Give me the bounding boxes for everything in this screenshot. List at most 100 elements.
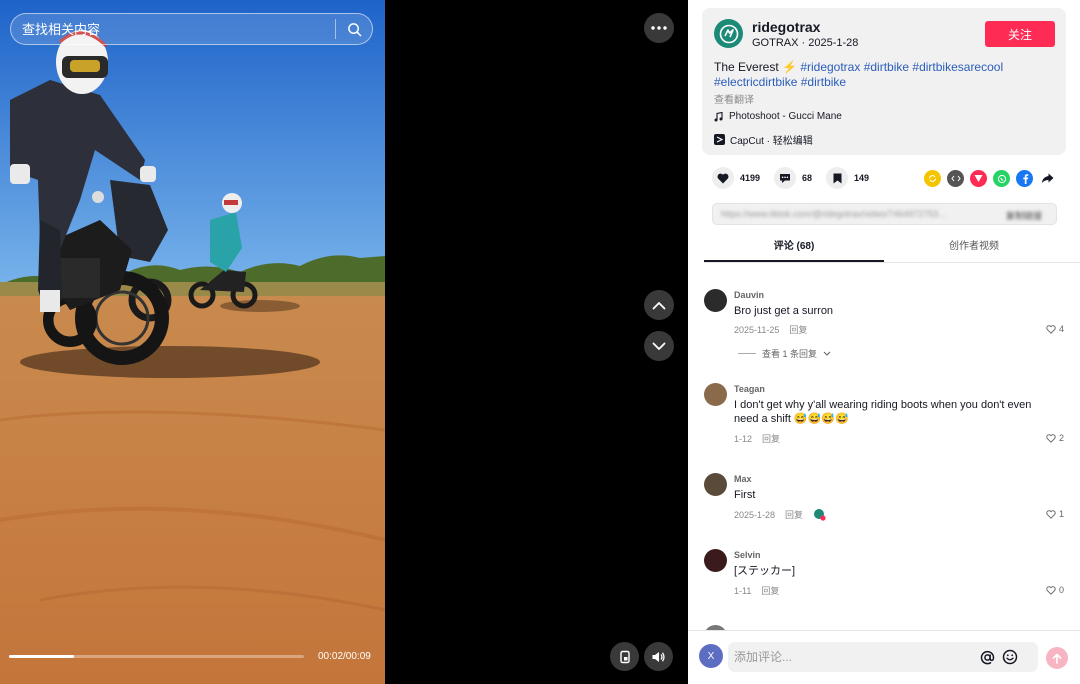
video-progress-bar[interactable] bbox=[9, 655, 304, 658]
reply-button[interactable]: 回复 bbox=[762, 432, 780, 445]
volume-icon bbox=[652, 651, 665, 662]
commenter-avatar[interactable] bbox=[704, 289, 727, 312]
chevron-down-icon bbox=[823, 351, 831, 356]
bookmark-icon-wrap bbox=[826, 167, 849, 189]
author-avatar[interactable] bbox=[714, 19, 743, 48]
comment-icon-wrap bbox=[774, 167, 797, 189]
chevron-down-icon bbox=[652, 342, 666, 350]
comment-date: 2025-1-28 bbox=[734, 509, 776, 520]
comment-like-button[interactable]: 4 bbox=[1046, 324, 1064, 334]
heart-icon bbox=[717, 173, 729, 183]
phone-screen-icon bbox=[619, 650, 630, 663]
tab-comments[interactable]: 评论 (68) bbox=[704, 232, 884, 262]
hashtag[interactable]: #ridegotrax bbox=[800, 60, 860, 74]
tab-creator-videos[interactable]: 创作者视频 bbox=[884, 232, 1064, 262]
search-button[interactable] bbox=[336, 14, 372, 44]
previous-video-button[interactable] bbox=[644, 290, 674, 320]
search-input[interactable] bbox=[11, 21, 335, 37]
more-options-button[interactable] bbox=[644, 13, 674, 43]
next-video-button[interactable] bbox=[644, 331, 674, 361]
comment-input-wrap bbox=[728, 642, 1038, 672]
embed-icon[interactable] bbox=[947, 170, 964, 187]
tiktok-video-page: 00:02/00:09 bbox=[0, 0, 1080, 684]
comment-like-count: 0 bbox=[1058, 585, 1064, 595]
copy-link-button[interactable]: 复制链接 bbox=[1006, 209, 1042, 222]
comment-date: 2025-11-25 bbox=[734, 324, 780, 335]
whatsapp-icon[interactable] bbox=[993, 170, 1010, 187]
chevron-up-icon bbox=[652, 301, 666, 309]
send-icon[interactable] bbox=[970, 170, 987, 187]
commenter-name[interactable]: Dauvin bbox=[734, 290, 764, 300]
commenter-name[interactable]: Teagan bbox=[734, 384, 765, 394]
author-username[interactable]: ridegotrax bbox=[752, 19, 820, 35]
more-dots-icon bbox=[651, 26, 667, 30]
comment-input[interactable] bbox=[734, 642, 974, 672]
commenter-avatar[interactable] bbox=[704, 473, 727, 496]
comment-date: 1-12 bbox=[734, 433, 753, 444]
like-count: 4199 bbox=[740, 173, 761, 183]
capcut-link[interactable]: CapCut · 轻松编辑 bbox=[714, 130, 819, 148]
comment-meta: 2025-11-25 回复 bbox=[734, 323, 807, 336]
search-bar bbox=[10, 13, 373, 45]
gotrax-logo-icon bbox=[719, 24, 738, 43]
video-link-box[interactable]: https://www.tiktok.com/@ridegotrax/video… bbox=[712, 203, 1057, 225]
heart-outline-icon bbox=[1046, 324, 1056, 334]
comment-like-count: 1 bbox=[1058, 509, 1064, 519]
video-info-card: ridegotrax GOTRAX · 2025-1-28 关注 The Eve… bbox=[702, 8, 1066, 155]
repost-icon[interactable] bbox=[924, 170, 941, 187]
commenter-name[interactable]: Selvin bbox=[734, 550, 761, 560]
comment-count: 68 bbox=[802, 173, 813, 183]
volume-button[interactable] bbox=[644, 642, 673, 671]
music-link[interactable]: Photoshoot - Gucci Mane bbox=[714, 111, 842, 122]
comment-composer: X bbox=[688, 630, 1080, 684]
emoji-button[interactable] bbox=[1001, 648, 1019, 666]
hashtag[interactable]: #dirtbikesarecool bbox=[912, 60, 1003, 74]
post-comment-button[interactable] bbox=[1046, 647, 1068, 669]
author-subline: GOTRAX · 2025-1-28 bbox=[752, 37, 859, 49]
hashtag[interactable]: #electricdirtbike bbox=[714, 75, 797, 89]
caption-text: The Everest ⚡ bbox=[714, 60, 797, 74]
follow-button[interactable]: 关注 bbox=[985, 21, 1055, 47]
hashtag[interactable]: #dirtbike bbox=[864, 60, 909, 74]
comment-meta: 1-12 回复 bbox=[734, 432, 780, 445]
comment-date: 1-11 bbox=[734, 585, 752, 596]
comment-item: Selvin [ステッカー] 1-11 回复 0 bbox=[704, 549, 1064, 609]
reply-button[interactable]: 回复 bbox=[785, 508, 803, 521]
mention-button[interactable] bbox=[978, 648, 996, 666]
current-user-avatar[interactable]: X bbox=[699, 644, 723, 668]
video-progress-fill bbox=[9, 655, 74, 658]
view-replies-label: 查看 1 条回复 bbox=[762, 349, 818, 359]
hashtag[interactable]: #dirtbike bbox=[801, 75, 846, 89]
reply-button[interactable]: 回复 bbox=[789, 323, 807, 336]
at-sign-icon bbox=[980, 650, 994, 664]
arrow-up-icon bbox=[1052, 653, 1062, 664]
comment-meta: 2025-1-28 回复 bbox=[734, 508, 826, 521]
search-icon bbox=[347, 22, 361, 36]
comment-like-button[interactable]: 1 bbox=[1046, 509, 1064, 519]
comment-text: I don't get why y'all wearing riding boo… bbox=[734, 399, 1032, 425]
video-time: 00:02/00:09 bbox=[318, 651, 371, 662]
commenter-avatar[interactable] bbox=[704, 549, 727, 572]
picture-in-picture-button[interactable] bbox=[610, 642, 639, 671]
share-arrow-icon[interactable] bbox=[1039, 170, 1056, 187]
comment-like-button[interactable]: 0 bbox=[1046, 585, 1064, 595]
commenter-avatar[interactable] bbox=[704, 383, 727, 406]
heart-outline-icon bbox=[1046, 433, 1056, 443]
view-replies-button[interactable]: 查看 1 条回复 bbox=[738, 347, 831, 360]
video-player[interactable]: 00:02/00:09 bbox=[0, 0, 385, 684]
see-translation-link[interactable]: 查看翻译 bbox=[714, 91, 754, 106]
divider-line bbox=[738, 353, 756, 354]
side-panel: ridegotrax GOTRAX · 2025-1-28 关注 The Eve… bbox=[688, 0, 1080, 684]
share-icons bbox=[924, 170, 1056, 187]
reply-button[interactable]: 回复 bbox=[761, 584, 779, 597]
comment-like-button[interactable]: 2 bbox=[1046, 433, 1064, 443]
like-button[interactable]: 4199 bbox=[712, 167, 760, 189]
music-label: Photoshoot - Gucci Mane bbox=[729, 111, 842, 122]
facebook-icon[interactable] bbox=[1016, 170, 1033, 187]
commenter-name[interactable]: Max bbox=[734, 474, 752, 484]
music-note-icon bbox=[714, 111, 723, 121]
comment-button[interactable]: 68 bbox=[774, 167, 812, 189]
video-frame bbox=[0, 0, 385, 684]
bookmark-button[interactable]: 149 bbox=[826, 167, 869, 189]
emoji-icon bbox=[1002, 649, 1018, 665]
